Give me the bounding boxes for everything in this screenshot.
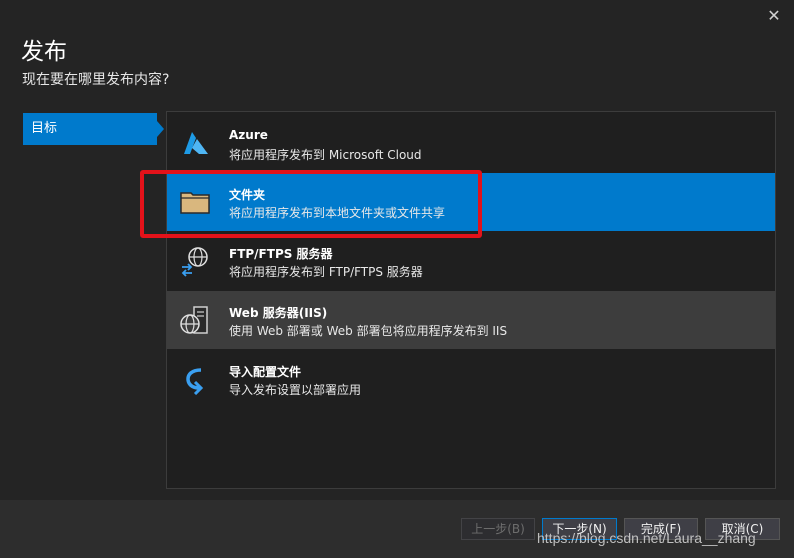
dialog-subtitle: 现在要在哪里发布内容? [22,72,170,88]
publish-target-list: Azure 将应用程序发布到 Microsoft Cloud 文件夹 将应用程序… [166,111,776,489]
option-ftp[interactable]: FTP/FTPS 服务器 将应用程序发布到 FTP/FTPS 服务器 [167,232,775,290]
sidebar-item-target[interactable]: 目标 [23,113,157,145]
option-name: Web 服务器(IIS) [229,306,328,320]
folder-icon [180,192,210,214]
dialog-title: 发布 [21,39,67,65]
sidebar-selection-arrow [157,121,164,137]
web-server-icon [180,306,208,334]
option-description: 将应用程序发布到本地文件夹或文件共享 [229,206,446,220]
option-description: 将应用程序发布到 Microsoft Cloud [229,148,422,162]
option-import-profile[interactable]: 导入配置文件 导入发布设置以部署应用 [167,350,775,408]
option-name: FTP/FTPS 服务器 [229,247,333,261]
option-name: 文件夹 [229,188,266,202]
azure-icon [184,132,208,154]
option-azure[interactable]: Azure 将应用程序发布到 Microsoft Cloud [167,115,775,173]
option-name: Azure [229,128,268,142]
option-description: 将应用程序发布到 FTP/FTPS 服务器 [229,265,423,279]
close-button[interactable]: ✕ [764,6,784,26]
option-description: 使用 Web 部署或 Web 部署包将应用程序发布到 IIS [229,324,508,338]
option-iis[interactable]: Web 服务器(IIS) 使用 Web 部署或 Web 部署包将应用程序发布到 … [167,291,775,349]
option-description: 导入发布设置以部署应用 [229,383,362,397]
finish-button[interactable]: 完成(F) [624,518,698,540]
previous-button[interactable]: 上一步(B) [461,518,535,540]
import-icon [186,368,204,395]
ftp-globe-icon [181,247,208,277]
option-name: 导入配置文件 [229,365,302,379]
option-folder[interactable]: 文件夹 将应用程序发布到本地文件夹或文件共享 [167,173,775,231]
sidebar-item-label: 目标 [31,121,58,136]
next-button[interactable]: 下一步(N) [542,518,617,540]
cancel-button[interactable]: 取消(C) [705,518,780,540]
